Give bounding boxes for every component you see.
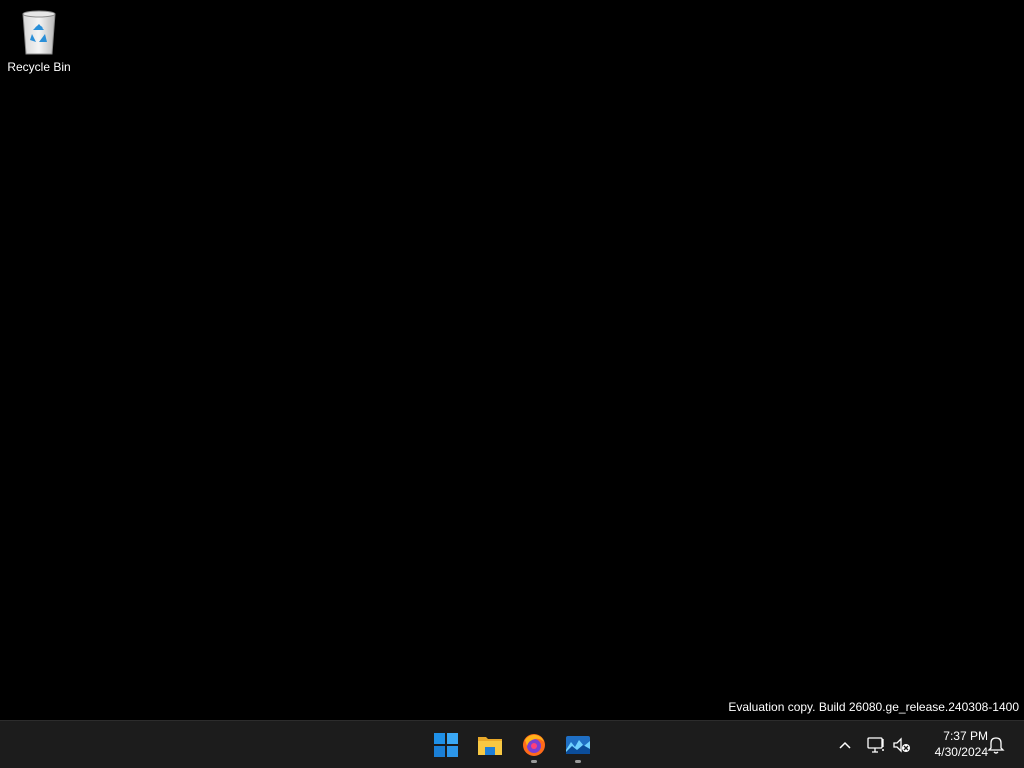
desktop-icon-recycle-bin[interactable]: Recycle Bin (4, 6, 74, 76)
tray-volume[interactable] (890, 729, 914, 761)
photos-app-icon (566, 736, 590, 754)
volume-muted-icon (893, 737, 910, 753)
system-clock[interactable]: 7:37 PM 4/30/2024 (920, 728, 988, 760)
taskbar-firefox[interactable] (514, 725, 554, 765)
network-icon (867, 737, 884, 753)
desktop-icon-label: Recycle Bin (7, 60, 71, 74)
firefox-icon (523, 734, 545, 756)
file-explorer-icon (478, 737, 502, 755)
running-indicator (575, 760, 581, 763)
clock-time: 7:37 PM (943, 729, 988, 743)
tray-overflow-button[interactable] (833, 729, 857, 761)
start-button[interactable] (426, 725, 466, 765)
recycle-bin-icon (22, 10, 56, 55)
bell-icon (987, 737, 1005, 754)
taskbar: 7:37 PM 4/30/2024 (0, 720, 1024, 768)
notifications-button[interactable] (984, 729, 1008, 761)
taskbar-photos[interactable] (558, 725, 598, 765)
taskbar-file-explorer[interactable] (470, 725, 510, 765)
chevron-up-icon (839, 741, 851, 749)
running-indicator (531, 760, 537, 763)
desktop[interactable]: Recycle Bin Evaluation copy. Build 26080… (0, 0, 1024, 720)
windows-start-icon (434, 733, 458, 757)
evaluation-watermark: Evaluation copy. Build 26080.ge_release.… (728, 700, 1019, 714)
tray-network[interactable] (865, 729, 889, 761)
clock-date: 4/30/2024 (934, 745, 988, 759)
